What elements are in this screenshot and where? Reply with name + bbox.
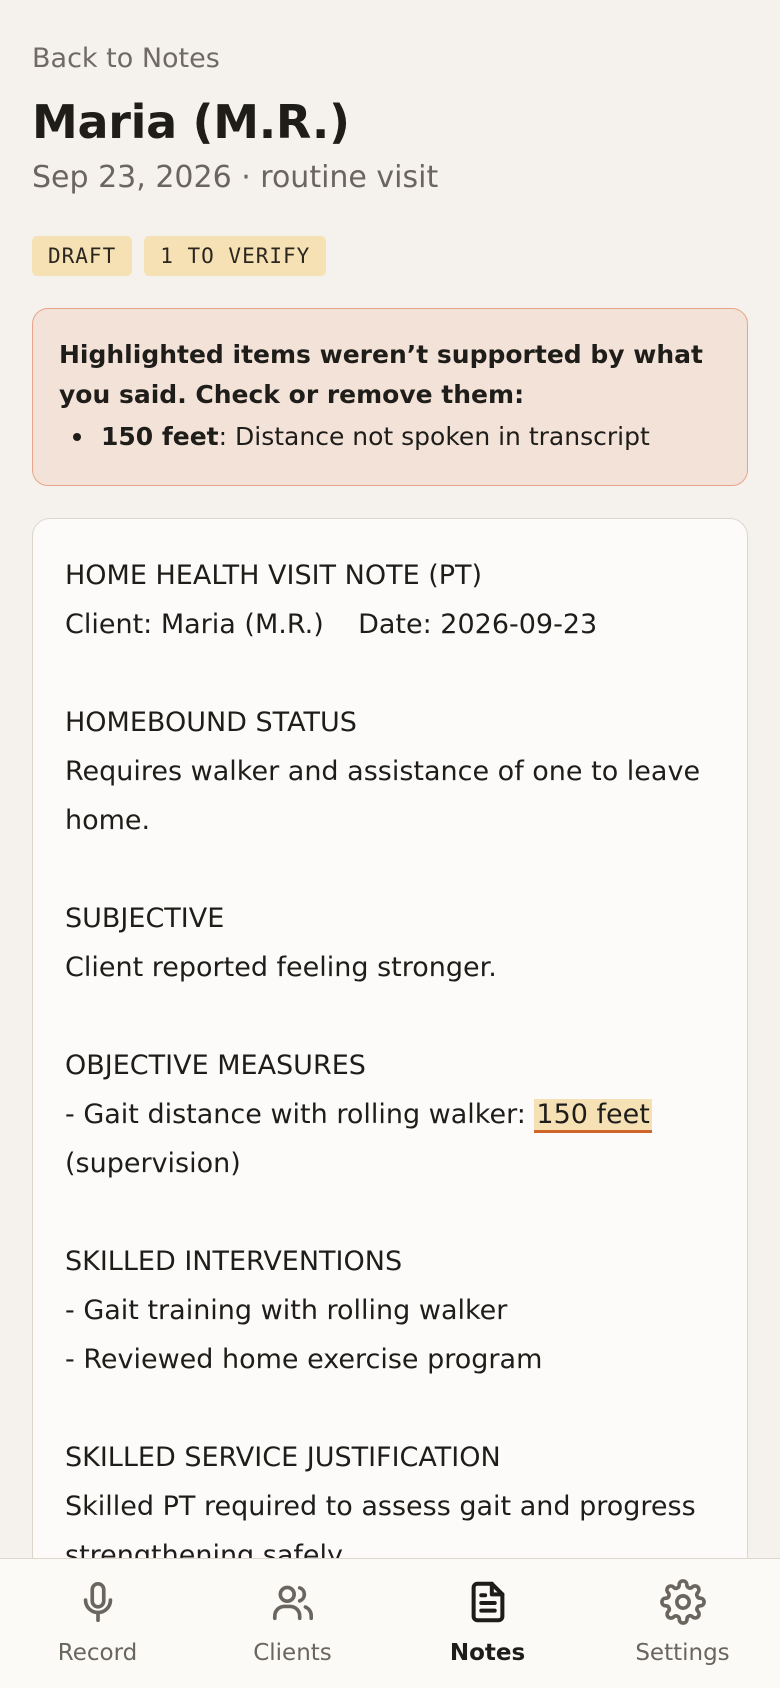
note-body[interactable]: HOME HEALTH VISIT NOTE (PT) Client: Mari…	[65, 551, 715, 1580]
document-icon	[471, 1581, 504, 1623]
nav-item-clients[interactable]: Clients	[195, 1559, 390, 1688]
status-badges: DRAFT 1 TO VERIFY	[32, 236, 748, 276]
note-card[interactable]: HOME HEALTH VISIT NOTE (PT) Client: Mari…	[32, 518, 748, 1618]
note-client-line: Client: Maria (M.R.) Date: 2026-09-23	[65, 609, 598, 640]
visit-subtitle: Sep 23, 2026 · routine visit	[32, 160, 439, 195]
back-to-notes-link[interactable]: Back to Notes	[32, 40, 748, 78]
verification-alert: Highlighted items weren’t supported by w…	[32, 308, 748, 486]
nav-label: Notes	[449, 1640, 526, 1666]
intervention-item: - Gait training with rolling walker	[65, 1295, 508, 1326]
alert-list: 150 feet: Distance not spoken in transcr…	[59, 417, 721, 457]
users-icon	[272, 1585, 313, 1621]
gear-icon	[659, 1579, 706, 1625]
alert-heading: Highlighted items weren’t supported by w…	[59, 340, 704, 409]
bottom-nav: Record Clients Notes Settings	[0, 1558, 780, 1688]
page-title: Maria (M.R.)	[32, 95, 350, 149]
subjective-text: Client reported feeling stronger.	[65, 952, 497, 983]
justification-heading: SKILLED SERVICE JUSTIFICATION	[65, 1442, 501, 1473]
alert-item: 150 feet: Distance not spoken in transcr…	[59, 417, 721, 457]
unverified-highlight[interactable]: 150 feet	[534, 1099, 652, 1133]
nav-label: Settings	[635, 1640, 730, 1666]
objective-line: - Gait distance with rolling walker: 150…	[65, 1090, 715, 1188]
homebound-heading: HOMEBOUND STATUS	[65, 707, 357, 738]
nav-item-record[interactable]: Record	[0, 1559, 195, 1688]
bullet-icon	[73, 433, 81, 441]
objective-heading: OBJECTIVE MEASURES	[65, 1050, 366, 1081]
note-header-title: HOME HEALTH VISIT NOTE (PT)	[65, 560, 483, 591]
nav-label: Record	[57, 1640, 138, 1666]
status-badge-verify: 1 TO VERIFY	[144, 236, 327, 276]
interventions-heading: SKILLED INTERVENTIONS	[65, 1246, 403, 1277]
objective-prefix: - Gait distance with rolling walker:	[65, 1099, 535, 1130]
nav-item-settings[interactable]: Settings	[585, 1559, 780, 1688]
nav-label: Clients	[253, 1640, 332, 1666]
homebound-text: Requires walker and assistance of one to…	[65, 756, 701, 836]
note-detail-screen: Back to Notes Maria (M.R.) Sep 23, 2026 …	[0, 0, 780, 1688]
main-content: Back to Notes Maria (M.R.) Sep 23, 2026 …	[32, 40, 748, 1618]
alert-item-term: 150 feet	[101, 422, 219, 451]
intervention-item: - Reviewed home exercise program	[65, 1344, 543, 1375]
subjective-heading: SUBJECTIVE	[65, 903, 225, 934]
alert-item-detail: : Distance not spoken in transcript	[218, 422, 650, 451]
nav-item-notes[interactable]: Notes	[390, 1559, 585, 1688]
status-badge-draft: DRAFT	[32, 236, 133, 276]
microphone-icon	[83, 1581, 112, 1623]
